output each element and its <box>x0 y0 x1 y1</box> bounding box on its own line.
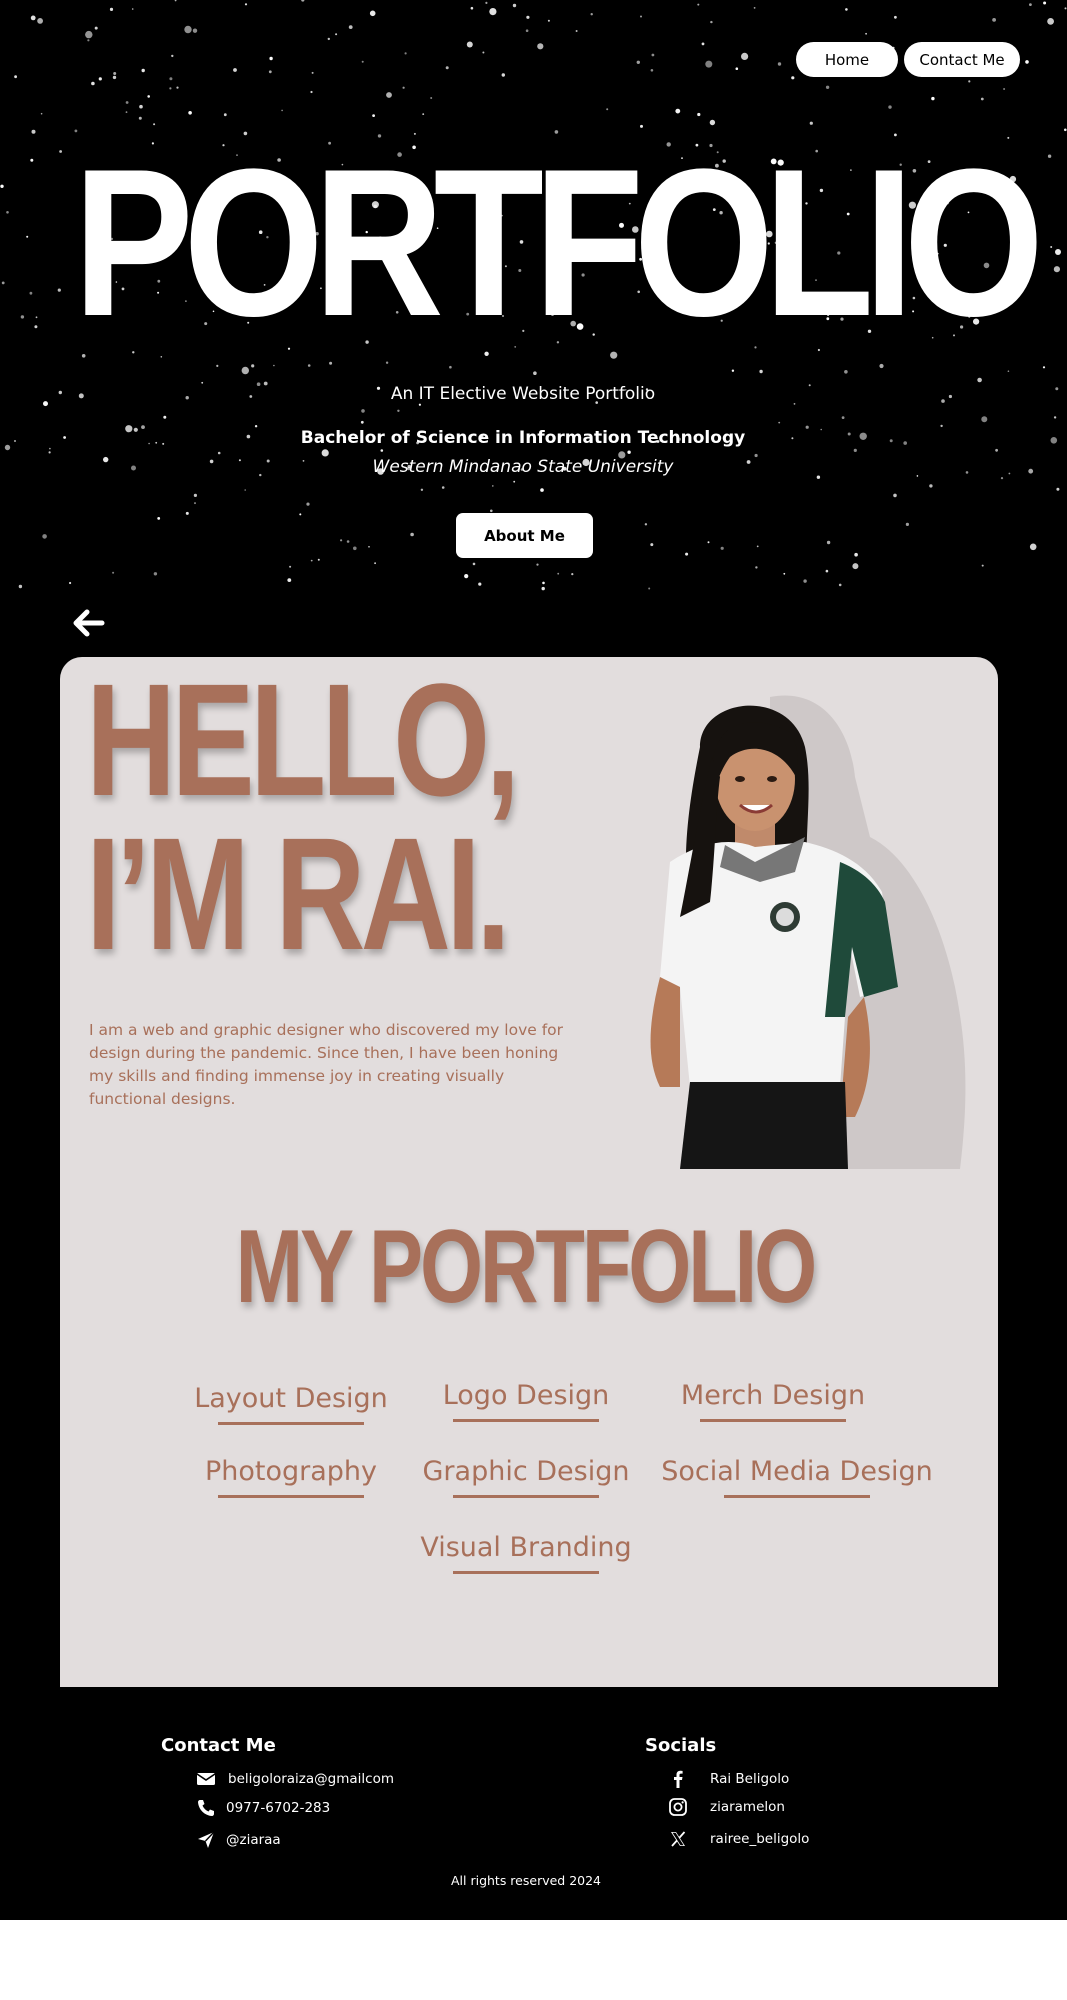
contact-phone[interactable]: 0977-6702-283 <box>196 1798 330 1818</box>
nav-contact-button[interactable]: Contact Me <box>904 42 1020 77</box>
instagram-text: ziaramelon <box>710 1799 785 1815</box>
telegram-text: @ziaraa <box>226 1832 281 1848</box>
socials-heading: Socials <box>645 1735 717 1756</box>
greeting-heading: HELLO, I’M RAI. <box>86 657 520 983</box>
portfolio-item-label: Logo Design <box>442 1380 610 1411</box>
portfolio-item-graphic-design[interactable]: Graphic Design <box>411 1455 641 1498</box>
portfolio-item-label: Visual Branding <box>420 1532 632 1563</box>
portfolio-item-label: Graphic Design <box>422 1456 630 1487</box>
underline <box>453 1419 599 1422</box>
profile-photo <box>650 695 966 1169</box>
underline <box>453 1495 599 1498</box>
social-x[interactable]: rairee_beligolo <box>668 1829 809 1849</box>
about-me-button[interactable]: About Me <box>456 513 593 558</box>
back-arrow-icon[interactable] <box>70 606 106 640</box>
portfolio-item-label: Layout Design <box>194 1383 388 1414</box>
underline <box>453 1571 599 1574</box>
greeting-line-2: I’M RAI. <box>86 804 511 983</box>
page: Home Contact Me PORTFOLIO An IT Elective… <box>0 0 1067 2000</box>
portfolio-item-label: Photography <box>204 1456 378 1487</box>
facebook-text: Rai Beligolo <box>710 1771 790 1787</box>
about-card: HELLO, I’M RAI. I am a web and graphic d… <box>60 657 998 1687</box>
phone-icon <box>198 1800 214 1816</box>
hero-subtitle: An IT Elective Website Portfolio <box>390 384 656 404</box>
underline <box>724 1495 870 1498</box>
intro-paragraph: I am a web and graphic designer who disc… <box>89 1021 564 1108</box>
contact-heading: Contact Me <box>161 1735 276 1756</box>
contact-email[interactable]: beligoloraiza@gmailcom <box>196 1769 394 1789</box>
x-text: rairee_beligolo <box>710 1831 810 1847</box>
instagram-icon <box>669 1798 687 1816</box>
hero-section: Home Contact Me PORTFOLIO An IT Elective… <box>0 0 1067 600</box>
portfolio-item-photography[interactable]: Photography <box>186 1455 396 1498</box>
facebook-icon <box>674 1770 683 1788</box>
x-icon <box>671 1831 686 1847</box>
social-facebook[interactable]: Rai Beligolo <box>668 1769 789 1789</box>
underline <box>218 1495 364 1498</box>
underline <box>700 1419 846 1422</box>
portfolio-item-layout-design[interactable]: Layout Design <box>186 1382 396 1425</box>
hero-degree: Bachelor of Science in Information Techn… <box>300 428 746 448</box>
portfolio-item-label: Merch Design <box>680 1380 866 1411</box>
page-bottom-blank <box>0 1920 1067 2000</box>
portfolio-item-logo-design[interactable]: Logo Design <box>421 1379 631 1422</box>
hero-university: Western Mindanao State University <box>372 457 674 477</box>
portfolio-title: MY PORTFOLIO <box>235 1209 818 1325</box>
portfolio-item-social-media-design[interactable]: Social Media Design <box>652 1455 942 1498</box>
greeting-line-1: HELLO, <box>86 657 520 829</box>
send-icon <box>198 1831 215 1848</box>
portfolio-item-visual-branding[interactable]: Visual Branding <box>406 1531 646 1574</box>
underline <box>218 1422 364 1425</box>
nav-home-button[interactable]: Home <box>796 42 898 77</box>
portfolio-item-merch-design[interactable]: Merch Design <box>668 1379 878 1422</box>
email-text: beligoloraiza@gmailcom <box>228 1771 394 1787</box>
contact-telegram[interactable]: @ziaraa <box>196 1830 281 1850</box>
copyright-text: All rights reserved 2024 <box>450 1873 602 1888</box>
social-instagram[interactable]: ziaramelon <box>668 1797 785 1817</box>
portfolio-item-label: Social Media Design <box>661 1456 933 1487</box>
mail-icon <box>196 1773 216 1785</box>
hero-title: PORTFOLIO <box>73 125 1044 360</box>
phone-text: 0977-6702-283 <box>226 1800 331 1816</box>
